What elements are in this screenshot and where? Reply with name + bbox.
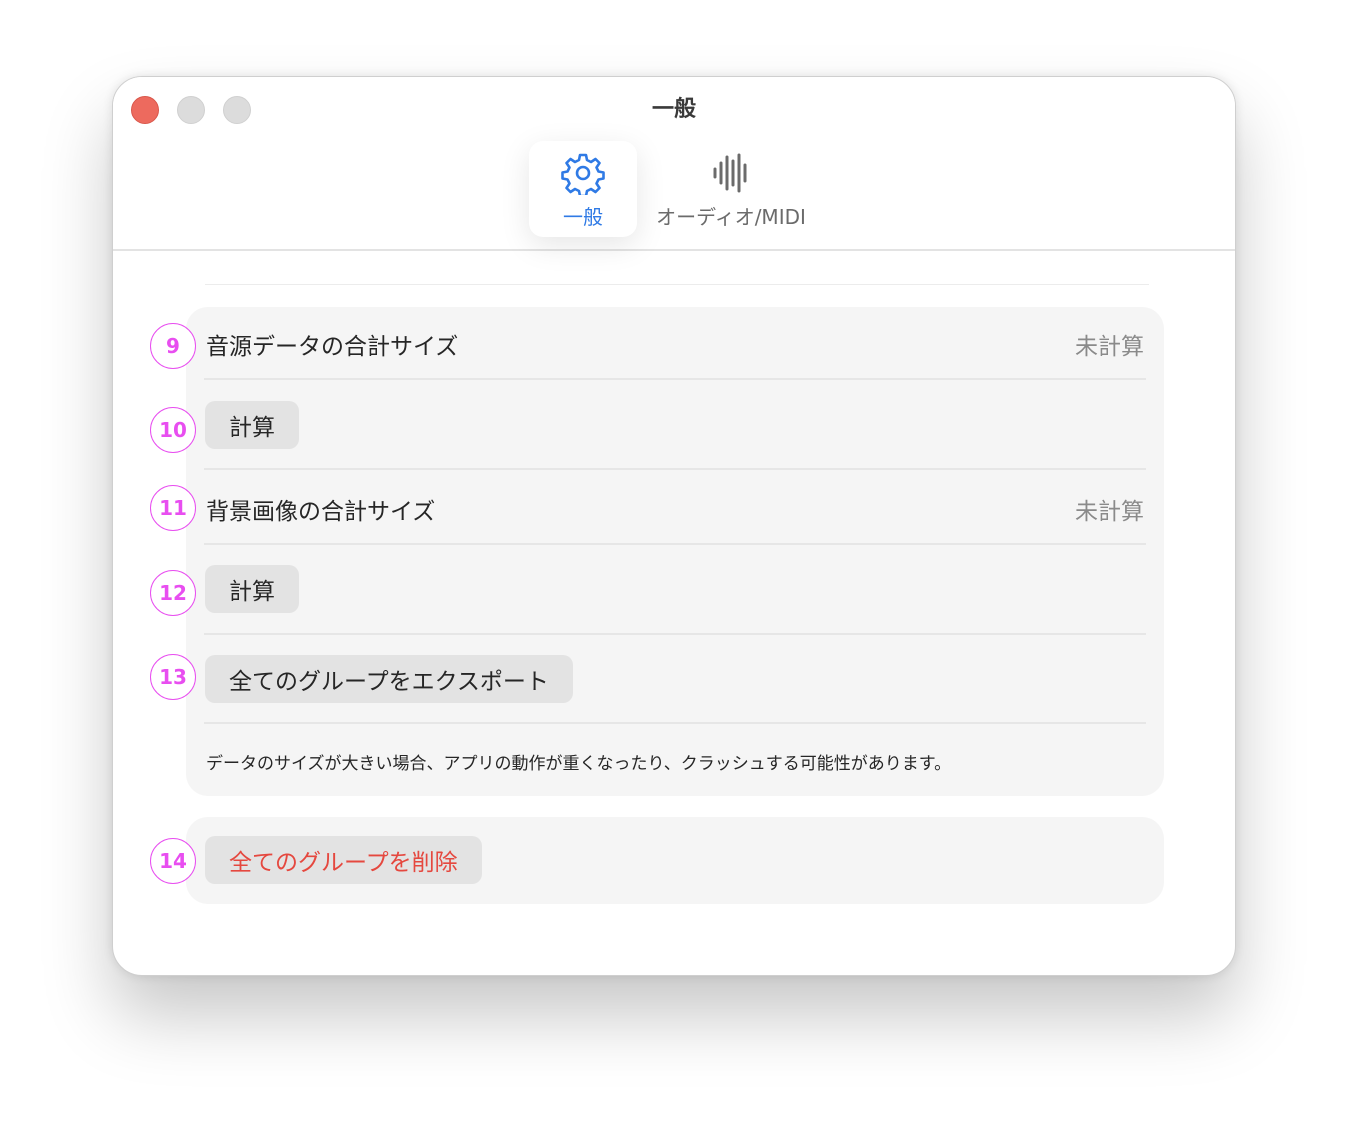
divider <box>204 378 1146 380</box>
divider <box>204 543 1146 545</box>
annotation-badge: 12 <box>150 570 196 616</box>
audio-data-size-value: 未計算 <box>1075 334 1144 360</box>
audio-data-size-label: 音源データの合計サイズ <box>206 334 459 360</box>
storage-group: 音源データの合計サイズ 未計算 計算 背景画像の合計サイズ 未計算 計算 全ての… <box>186 307 1164 796</box>
divider <box>204 468 1146 470</box>
size-warning-note: データのサイズが大きい場合、アプリの動作が重くなったり、クラッシュする可能性があ… <box>206 754 952 774</box>
background-image-size-value: 未計算 <box>1075 499 1144 525</box>
tab-general[interactable]: 一般 <box>529 141 637 237</box>
tab-audio-midi[interactable]: オーディオ/MIDI <box>645 141 817 237</box>
export-all-groups-button[interactable]: 全てのグループをエクスポート <box>205 655 573 703</box>
annotation-badge: 10 <box>150 407 196 453</box>
delete-all-groups-button[interactable]: 全てのグループを削除 <box>205 836 482 884</box>
annotation-badge: 13 <box>150 654 196 700</box>
toolbar: 一般 一般 オーディオ/MIDI <box>113 77 1235 251</box>
danger-group: 全てのグループを削除 <box>186 817 1164 904</box>
section-divider <box>205 284 1149 285</box>
background-image-size-label: 背景画像の合計サイズ <box>206 499 436 525</box>
divider <box>204 633 1146 635</box>
preferences-window: 一般 一般 オーディオ/MIDI 音源データの合計サイズ 未計算 計算 背景画像… <box>112 76 1236 976</box>
tab-audio-midi-label: オーディオ/MIDI <box>656 205 806 229</box>
annotation-badge: 9 <box>150 323 196 369</box>
waveform-icon <box>713 153 747 193</box>
calculate-audio-size-button[interactable]: 計算 <box>205 401 299 449</box>
tab-general-label: 一般 <box>563 205 603 229</box>
divider <box>204 722 1146 724</box>
calculate-image-size-button[interactable]: 計算 <box>205 565 299 613</box>
annotation-badge: 11 <box>150 485 196 531</box>
annotation-badge: 14 <box>150 838 196 884</box>
gear-icon <box>561 153 605 195</box>
window-title: 一般 <box>651 97 696 122</box>
